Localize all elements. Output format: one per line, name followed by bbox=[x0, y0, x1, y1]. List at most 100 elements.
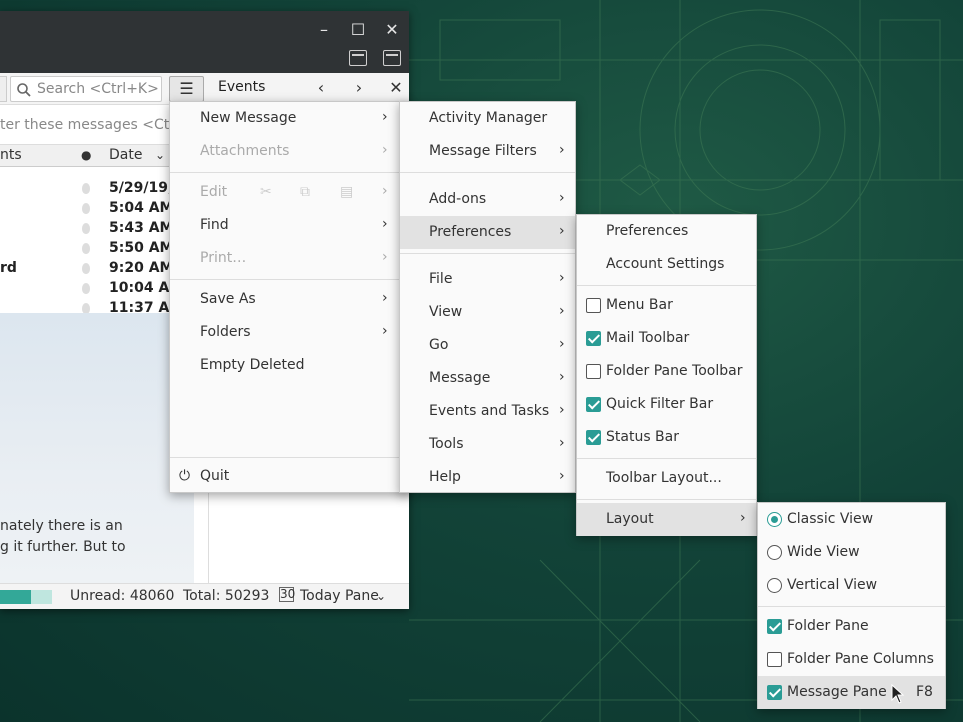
search-input[interactable]: Search <Ctrl+K> bbox=[10, 76, 162, 102]
chevron-right-icon[interactable]: › bbox=[349, 77, 369, 99]
status-bar: Unread: 48060 Total: 50293 30 Today Pane… bbox=[0, 583, 409, 609]
menu-item-preferences-dialog[interactable]: Preferences bbox=[577, 215, 756, 248]
calendar-icon[interactable] bbox=[349, 50, 367, 66]
menu-item-folder-pane-columns[interactable]: Folder Pane Columns bbox=[758, 643, 945, 676]
menu-item-label: Layout bbox=[606, 511, 654, 527]
menu-item-message[interactable]: Message › bbox=[400, 362, 575, 395]
cut-icon[interactable]: ✂ bbox=[260, 184, 272, 200]
column-subject-partial[interactable]: nts bbox=[0, 147, 22, 163]
menu-item-status-bar[interactable]: Status Bar bbox=[577, 421, 756, 454]
toolbar-button-partial[interactable] bbox=[0, 76, 7, 102]
menu-item-quick-filter-bar[interactable]: Quick Filter Bar bbox=[577, 388, 756, 421]
menu-item-view[interactable]: View › bbox=[400, 296, 575, 329]
checkbox-mail-toolbar[interactable] bbox=[586, 331, 601, 346]
menu-item-label: Folder Pane Toolbar bbox=[606, 363, 743, 379]
read-status-icon[interactable] bbox=[82, 263, 90, 274]
menu-item-folders[interactable]: Folders › bbox=[170, 316, 408, 349]
mouse-cursor-icon bbox=[891, 684, 905, 704]
menu-item-label: New Message bbox=[200, 110, 297, 126]
checkbox-folder-pane-columns[interactable] bbox=[767, 652, 782, 667]
paste-icon[interactable]: ▤ bbox=[340, 184, 353, 200]
menu-item-label: Edit bbox=[200, 184, 228, 200]
menu-item-label: Message Pane bbox=[787, 684, 887, 700]
menu-separator bbox=[170, 172, 408, 173]
menu-item-account-settings[interactable]: Account Settings bbox=[577, 248, 756, 281]
chevron-left-icon[interactable]: ‹ bbox=[311, 77, 331, 99]
tasks-icon[interactable] bbox=[383, 50, 401, 66]
menu-separator bbox=[577, 458, 756, 459]
checkbox-menu-bar[interactable] bbox=[586, 298, 601, 313]
read-status-icon[interactable] bbox=[82, 243, 90, 254]
progress-fill bbox=[0, 590, 32, 604]
menu-item-preferences[interactable]: Preferences › bbox=[400, 216, 575, 249]
menu-item-add-ons[interactable]: Add-ons › bbox=[400, 183, 575, 216]
unread-column-icon[interactable]: ● bbox=[81, 148, 91, 162]
menu-item-activity-manager[interactable]: Activity Manager bbox=[400, 102, 575, 135]
menu-item-menu-bar[interactable]: Menu Bar bbox=[577, 289, 756, 322]
checkbox-folder-pane-toolbar[interactable] bbox=[586, 364, 601, 379]
menu-item-save-as[interactable]: Save As › bbox=[170, 283, 408, 316]
menu-separator bbox=[758, 606, 945, 607]
checkbox-folder-pane[interactable] bbox=[767, 619, 782, 634]
menu-item-message-filters[interactable]: Message Filters › bbox=[400, 135, 575, 168]
column-date[interactable]: Date bbox=[109, 147, 142, 163]
menu-item-edit[interactable]: Edit ✂ ⧉ ▤ › bbox=[170, 176, 408, 209]
copy-icon[interactable]: ⧉ bbox=[300, 184, 310, 200]
menu-item-vertical-view[interactable]: Vertical View bbox=[758, 569, 945, 602]
menu-item-toolbar-layout[interactable]: Toolbar Layout... bbox=[577, 462, 756, 495]
radio-vertical-view[interactable] bbox=[767, 578, 782, 593]
menu-item-new-message[interactable]: New Message › bbox=[170, 102, 408, 135]
menu-item-folder-pane-toolbar[interactable]: Folder Pane Toolbar bbox=[577, 355, 756, 388]
unread-count: Unread: 48060 bbox=[70, 588, 175, 604]
menu-item-label: Activity Manager bbox=[429, 110, 548, 126]
radio-classic-view[interactable] bbox=[767, 512, 782, 527]
read-status-icon[interactable] bbox=[82, 223, 90, 234]
chevron-down-icon[interactable]: ⌄ bbox=[376, 589, 386, 603]
menu-item-go[interactable]: Go › bbox=[400, 329, 575, 362]
preview-text-line: g it further. But to bbox=[0, 539, 126, 555]
menu-item-mail-toolbar[interactable]: Mail Toolbar bbox=[577, 322, 756, 355]
menu-item-label: File bbox=[429, 271, 453, 287]
menu-item-quit[interactable]: ⏻ Quit bbox=[170, 460, 408, 493]
menu-item-label: Go bbox=[429, 337, 449, 353]
message-preview-pane: nately there is an g it further. But to bbox=[0, 313, 194, 583]
read-status-icon[interactable] bbox=[82, 283, 90, 294]
total-count: Total: 50293 bbox=[183, 588, 270, 604]
preview-text-line: nately there is an bbox=[0, 518, 123, 534]
maximize-button[interactable]: ☐ bbox=[347, 19, 369, 41]
menu-item-find[interactable]: Find › bbox=[170, 209, 408, 242]
menu-item-label: Mail Toolbar bbox=[606, 330, 690, 346]
close-window-button[interactable]: ✕ bbox=[381, 19, 403, 41]
read-status-icon[interactable] bbox=[82, 183, 90, 194]
menu-item-folder-pane[interactable]: Folder Pane bbox=[758, 610, 945, 643]
today-pane-toggle[interactable]: Today Pane bbox=[300, 588, 379, 604]
checkbox-message-pane[interactable] bbox=[767, 685, 782, 700]
read-status-icon[interactable] bbox=[82, 203, 90, 214]
checkbox-quick-filter-bar[interactable] bbox=[586, 397, 601, 412]
menu-item-wide-view[interactable]: Wide View bbox=[758, 536, 945, 569]
checkbox-status-bar[interactable] bbox=[586, 430, 601, 445]
menu-item-print[interactable]: Print… › bbox=[170, 242, 408, 275]
menu-item-attachments[interactable]: Attachments › bbox=[170, 135, 408, 168]
menu-item-message-pane[interactable]: Message Pane F8 bbox=[758, 676, 945, 709]
menu-item-classic-view[interactable]: Classic View bbox=[758, 503, 945, 536]
menu-item-label: Quick Filter Bar bbox=[606, 396, 714, 412]
radio-wide-view[interactable] bbox=[767, 545, 782, 560]
menu-item-file[interactable]: File › bbox=[400, 263, 575, 296]
chevron-right-icon: › bbox=[559, 435, 565, 451]
chevron-down-icon[interactable]: ⌄ bbox=[155, 148, 165, 162]
main-menu: New Message › Attachments › Edit ✂ ⧉ ▤ ›… bbox=[169, 101, 409, 493]
menu-item-events-and-tasks[interactable]: Events and Tasks › bbox=[400, 395, 575, 428]
menu-item-empty-deleted[interactable]: Empty Deleted bbox=[170, 349, 408, 382]
close-events-icon[interactable]: ✕ bbox=[386, 77, 406, 99]
app-menu-button[interactable]: ☰ bbox=[169, 76, 204, 102]
menu-item-label: Add-ons bbox=[429, 191, 487, 207]
menu-item-help[interactable]: Help › bbox=[400, 461, 575, 494]
menu-item-layout[interactable]: Layout › bbox=[577, 503, 756, 536]
power-icon: ⏻ bbox=[179, 468, 191, 484]
chevron-right-icon: › bbox=[559, 468, 565, 484]
menu-item-tools[interactable]: Tools › bbox=[400, 428, 575, 461]
minimize-button[interactable]: – bbox=[313, 19, 335, 41]
app-submenu: Activity Manager Message Filters › Add-o… bbox=[399, 101, 576, 493]
message-date: 5/29/19, bbox=[109, 180, 174, 196]
